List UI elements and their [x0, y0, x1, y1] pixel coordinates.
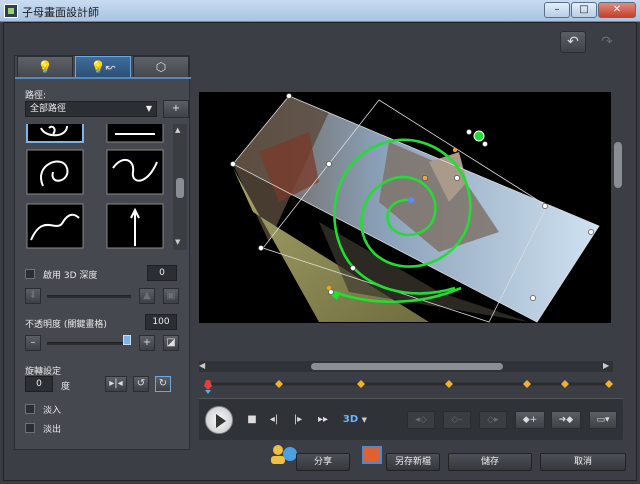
app-icon	[4, 4, 18, 18]
add-path-button[interactable]: +	[163, 100, 189, 118]
previous-frame-icon[interactable]: ◂|	[267, 411, 281, 429]
opacity-increase-button[interactable]: +	[139, 335, 155, 351]
path-center-point[interactable]	[408, 197, 414, 203]
path-thumb-wave[interactable]	[106, 149, 164, 195]
depth-down-icon[interactable]: ⬇	[25, 288, 41, 304]
thumbnail-scrollbar[interactable]: ▲ ▼	[173, 124, 187, 250]
rotate-left-icon[interactable]: ↺	[133, 376, 149, 392]
horizontal-scroll-thumb[interactable]	[311, 363, 503, 370]
fade-out-checkbox[interactable]	[25, 423, 35, 433]
enable-3d-depth-label: 啟用 3D 深度	[43, 271, 98, 281]
cancel-button[interactable]: 取消	[540, 453, 626, 471]
tab-mask[interactable]: ⬡	[133, 56, 189, 78]
path-dropdown[interactable]: 全部路徑 ▼	[25, 101, 157, 117]
preview-vertical-scrollbar[interactable]	[611, 60, 625, 350]
undo-icon: ↶	[567, 34, 579, 50]
path-dropdown-value: 全部路徑	[30, 104, 67, 114]
rotation-value-field[interactable]: 0	[25, 376, 53, 392]
properties-panel: 💡 💡↜ ⬡ 路徑: 全部路徑 ▼ + ▲ ▼ 啟用 3D 深度 0 ⬇ ▲ ▣…	[14, 55, 191, 450]
bulb-path-icon: 💡↜	[90, 60, 116, 74]
next-frame-icon[interactable]: |▸	[291, 411, 305, 429]
depth-slider[interactable]	[47, 295, 131, 298]
tab-properties[interactable]: 💡	[17, 56, 73, 78]
depth-up-icon[interactable]: ▲	[139, 288, 155, 304]
stop-icon[interactable]: ■	[245, 411, 259, 429]
opacity-label: 不透明度 (關鍵畫格)	[25, 320, 107, 330]
close-button[interactable]: ✕	[598, 2, 636, 18]
tab-underline	[15, 77, 191, 79]
preview-horizontal-scrollbar[interactable]: ◀ ▶	[199, 361, 613, 372]
preview-canvas[interactable]	[199, 92, 611, 323]
remove-keyframe-icon[interactable]: ◇–	[443, 411, 471, 429]
opacity-value-field[interactable]: 100	[145, 314, 177, 330]
chevron-down-icon: ▼	[361, 416, 368, 424]
vertical-scroll-thumb[interactable]	[614, 142, 622, 188]
display-settings-icon[interactable]: ▭▾	[589, 411, 617, 429]
tab-motion-path[interactable]: 💡↜	[75, 56, 131, 78]
opacity-slider-handle[interactable]	[123, 335, 131, 345]
fade-out-label: 淡出	[43, 425, 62, 435]
opacity-slider[interactable]	[47, 342, 131, 345]
share-button[interactable]: 分享	[296, 453, 350, 471]
enable-3d-depth-checkbox[interactable]	[25, 269, 35, 279]
window-title: 子母畫面設計師	[22, 6, 99, 19]
add-path-icon: +	[171, 103, 181, 114]
redo-button[interactable]: ↷	[594, 31, 620, 53]
scroll-left-icon[interactable]: ◀	[199, 361, 205, 370]
keyframe-timeline[interactable]	[199, 376, 613, 396]
opacity-decrease-button[interactable]: –	[25, 335, 41, 351]
path-thumb-loop[interactable]	[26, 149, 84, 195]
depth-value-field[interactable]: 0	[147, 265, 177, 281]
opacity-keyframe-icon[interactable]: ◪	[163, 335, 179, 351]
thumbnail-scroll-thumb[interactable]	[176, 178, 184, 198]
rotation-unit-label: 度	[61, 382, 71, 392]
save-as-button[interactable]: 另存新檔	[386, 453, 440, 471]
play-button[interactable]	[205, 406, 233, 434]
save-as-icon	[362, 446, 382, 464]
path-thumbnails	[26, 124, 164, 249]
redo-icon: ↷	[601, 34, 613, 50]
rotate-right-icon[interactable]: ↻	[155, 376, 171, 392]
next-keyframe-icon[interactable]: ◇▸	[479, 411, 507, 429]
duplicate-keyframe-icon[interactable]: ➜◆	[551, 411, 581, 429]
flip-horizontal-icon[interactable]: ▸|◂	[105, 376, 127, 392]
fade-in-checkbox[interactable]	[25, 404, 35, 414]
playback-controls: ■ ◂| |▸ ▸▸ 3D ▼ ◂◇ ◇– ◇▸ ◆+ ➜◆ ▭▾	[199, 398, 623, 440]
3d-mode-button[interactable]: 3D ▼	[341, 411, 369, 429]
timeline-track	[204, 380, 613, 394]
prev-keyframe-icon[interactable]: ◂◇	[407, 411, 435, 429]
scroll-up-icon[interactable]: ▲	[175, 126, 180, 134]
add-keyframe-icon[interactable]: ◆+	[515, 411, 545, 429]
bulb-icon: 💡	[37, 60, 53, 74]
chevron-down-icon: ▼	[145, 104, 152, 113]
save-button[interactable]: 儲存	[448, 453, 532, 471]
maximize-button[interactable]: □	[571, 2, 597, 18]
rotation-handle[interactable]	[473, 130, 485, 142]
playhead-marker[interactable]	[204, 380, 212, 390]
minimize-button[interactable]: –	[544, 2, 570, 18]
3d-mode-label: 3D	[342, 414, 359, 425]
overlay-photo[interactable]	[233, 96, 599, 322]
title-bar: 子母畫面設計師 – □ ✕	[0, 0, 640, 22]
preview-scene	[230, 93, 600, 323]
scroll-right-icon[interactable]: ▶	[603, 361, 609, 370]
fade-in-label: 淡入	[43, 406, 62, 416]
mask-shape-icon: ⬡	[155, 60, 167, 74]
path-thumbnail-grid	[23, 124, 173, 250]
depth-reset-icon[interactable]: ▣	[163, 288, 179, 304]
scroll-down-icon[interactable]: ▼	[175, 238, 180, 246]
fast-forward-icon[interactable]: ▸▸	[315, 411, 331, 429]
path-label: 路徑:	[25, 91, 47, 101]
undo-button[interactable]: ↶	[560, 31, 586, 53]
share-icon	[268, 444, 298, 466]
